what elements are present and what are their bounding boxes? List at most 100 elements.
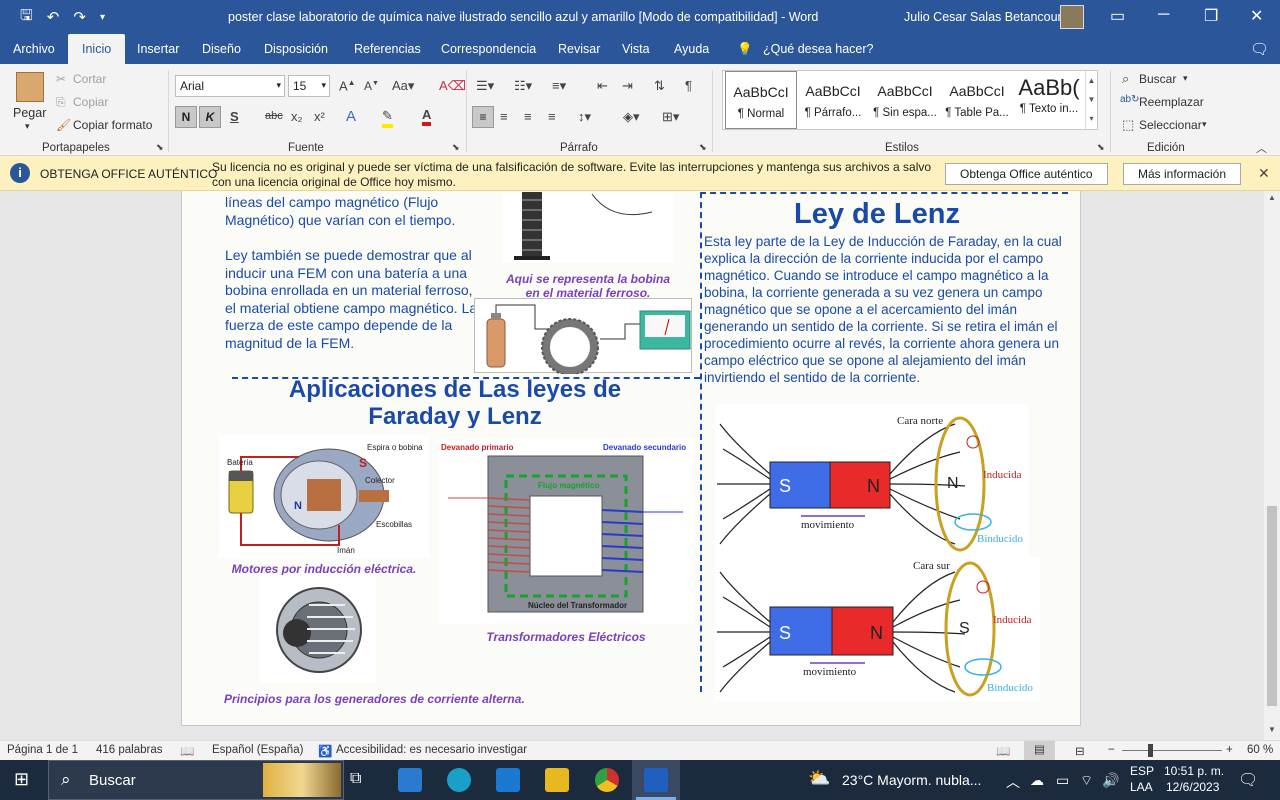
select-button[interactable]: Seleccionar (1139, 118, 1202, 132)
weather-text[interactable]: 23°C Mayorm. nubla... (842, 772, 981, 788)
paragraph-launcher-icon[interactable]: ⬊ (699, 142, 707, 153)
zoom-out-icon[interactable]: − (1108, 744, 1115, 756)
zoom-level[interactable]: 60 % (1247, 744, 1273, 756)
undo-icon[interactable]: ↶ (47, 8, 60, 26)
word-taskbar-active[interactable] (632, 760, 680, 800)
user-name[interactable]: Julio Cesar Salas Betancourt (904, 10, 1065, 24)
lang-secondary[interactable]: LAA (1130, 780, 1153, 794)
grow-font-icon[interactable]: A▲ (339, 78, 356, 93)
multilevel-list-icon[interactable]: ≡▾ (552, 78, 566, 94)
more-info-button[interactable]: Más información (1123, 163, 1242, 185)
tab-inicio[interactable]: Inicio (68, 34, 126, 64)
chrome-icon[interactable] (595, 768, 619, 792)
cloud-icon[interactable]: ☁ (1030, 772, 1044, 789)
paste-icon[interactable] (16, 72, 44, 102)
font-size-select[interactable]: 15 ▾ (288, 75, 330, 97)
accessibility-status[interactable]: Accesibilidad: es necesario investigar (336, 744, 527, 756)
close-notice-icon[interactable]: ✕ (1258, 165, 1270, 182)
maximize-icon[interactable]: ❐ (1204, 6, 1218, 26)
strikethrough-button[interactable]: abc (265, 110, 283, 122)
clock-date[interactable]: 12/6/2023 (1166, 780, 1219, 794)
save-icon[interactable]: 🖫 (20, 5, 33, 30)
chevron-up-icon[interactable]: ︿ (1006, 772, 1020, 792)
clear-formatting-icon[interactable]: A⌫ (439, 78, 466, 94)
align-center-icon[interactable]: ≡ (500, 109, 508, 124)
page-count[interactable]: Página 1 de 1 (7, 744, 78, 756)
tab-diseno[interactable]: Diseño (202, 42, 241, 56)
underline-button[interactable]: S (230, 109, 239, 124)
collapse-ribbon-icon[interactable]: ︿ (1256, 140, 1267, 156)
tab-vista[interactable]: Vista (622, 42, 650, 56)
customize-qa-icon[interactable]: ▾ (100, 12, 105, 23)
tab-insertar[interactable]: Insertar (137, 42, 179, 56)
bold-button[interactable]: N (175, 106, 197, 128)
word-count[interactable]: 416 palabras (96, 744, 163, 756)
language[interactable]: Español (España) (212, 744, 303, 756)
superscript-button[interactable]: x² (314, 109, 325, 124)
get-office-button[interactable]: Obtenga Office auténtico (945, 163, 1108, 185)
copy-button[interactable]: Copiar (73, 95, 108, 109)
taskbar-search[interactable]: ⌕ Buscar (48, 760, 344, 800)
comments-icon[interactable]: 🗨 (1250, 40, 1269, 58)
weather-icon[interactable]: ⛅ (808, 768, 830, 789)
format-painter-button[interactable]: Copiar formato (73, 118, 152, 132)
style-parrafo[interactable]: AaBbCcI ¶ Párrafo... (797, 71, 869, 129)
styles-scroll[interactable]: ▲ ▼ ▾ (1085, 71, 1097, 129)
subscript-button[interactable]: x₂ (291, 109, 303, 124)
paste-button[interactable]: Pegar (13, 106, 46, 120)
zoom-in-icon[interactable]: + (1226, 744, 1233, 756)
replace-button[interactable]: Reemplazar (1139, 95, 1204, 109)
line-spacing-icon[interactable]: ↕▾ (578, 109, 591, 125)
wifi-icon[interactable]: ⌔ (1080, 772, 1093, 790)
read-mode-icon[interactable]: 📖 (996, 744, 1010, 758)
lang-primary[interactable]: ESP (1130, 764, 1154, 778)
style-texto-independiente[interactable]: AaBb(¶ Texto in... (1013, 71, 1085, 129)
battery-icon[interactable]: ▭ (1056, 772, 1069, 789)
style-normal[interactable]: AaBbCcI ¶ Normal (725, 71, 797, 129)
minimize-icon[interactable]: ─ (1158, 6, 1169, 24)
tell-me-search[interactable]: ¿Qué desea hacer? (763, 42, 874, 56)
styles-launcher-icon[interactable]: ⬊ (1097, 142, 1105, 153)
zoom-slider-thumb[interactable] (1148, 744, 1153, 757)
cut-button[interactable]: Cortar (73, 72, 106, 86)
increase-indent-icon[interactable]: ⇥ (622, 78, 633, 94)
avatar[interactable] (1060, 5, 1084, 29)
proofing-icon[interactable]: 📖 (180, 744, 194, 758)
print-layout-icon[interactable]: ▤ (1024, 741, 1055, 760)
scroll-up-icon[interactable]: ▲ (1268, 193, 1276, 202)
clipboard-launcher-icon[interactable]: ⬊ (156, 142, 164, 153)
tab-ayuda[interactable]: Ayuda (674, 42, 709, 56)
style-table-paragraph[interactable]: AaBbCcI ¶ Table Pa... (941, 71, 1013, 129)
numbering-icon[interactable]: ☷▾ (514, 78, 532, 94)
clock-time[interactable]: 10:51 p. m. (1164, 764, 1224, 778)
borders-icon[interactable]: ⊞▾ (662, 109, 679, 125)
windows-start-icon[interactable]: ⊞ (14, 769, 29, 790)
mail-icon[interactable] (496, 768, 520, 792)
decrease-indent-icon[interactable]: ⇤ (597, 78, 608, 94)
web-layout-icon[interactable]: ⊟ (1075, 744, 1085, 758)
justify-icon[interactable]: ≡ (548, 109, 556, 124)
tab-referencias[interactable]: Referencias (354, 42, 421, 56)
zoom-slider[interactable] (1122, 750, 1222, 751)
shrink-font-icon[interactable]: A▼ (364, 79, 379, 93)
font-color-icon[interactable]: A (422, 107, 432, 126)
tab-disposicion[interactable]: Disposición (264, 42, 328, 56)
align-left-icon[interactable]: ≡ (472, 106, 494, 128)
italic-button[interactable]: K (199, 106, 221, 128)
edge-icon[interactable] (447, 768, 471, 792)
document-page[interactable]: líneas del campo magnético (Flujo Magnét… (181, 191, 1081, 726)
vertical-scrollbar[interactable]: ▲ ▼ (1264, 191, 1280, 740)
highlight-icon[interactable]: ✎ (382, 108, 393, 128)
scroll-thumb[interactable] (1267, 506, 1277, 706)
tab-archivo[interactable]: Archivo (13, 42, 55, 56)
style-sin-espaciado[interactable]: AaBbCcI ¶ Sin espa... (869, 71, 941, 129)
store-icon[interactable] (398, 768, 422, 792)
document-area[interactable]: líneas del campo magnético (Flujo Magnét… (0, 191, 1264, 740)
volume-icon[interactable]: 🔊 (1102, 772, 1119, 789)
find-button[interactable]: Buscar (1139, 72, 1176, 86)
paste-dropdown-icon[interactable]: ▾ (25, 121, 30, 132)
scroll-down-icon[interactable]: ▼ (1268, 725, 1276, 734)
text-effects-icon[interactable]: A (346, 108, 356, 125)
close-icon[interactable]: ✕ (1250, 6, 1263, 26)
font-launcher-icon[interactable]: ⬊ (452, 142, 460, 153)
